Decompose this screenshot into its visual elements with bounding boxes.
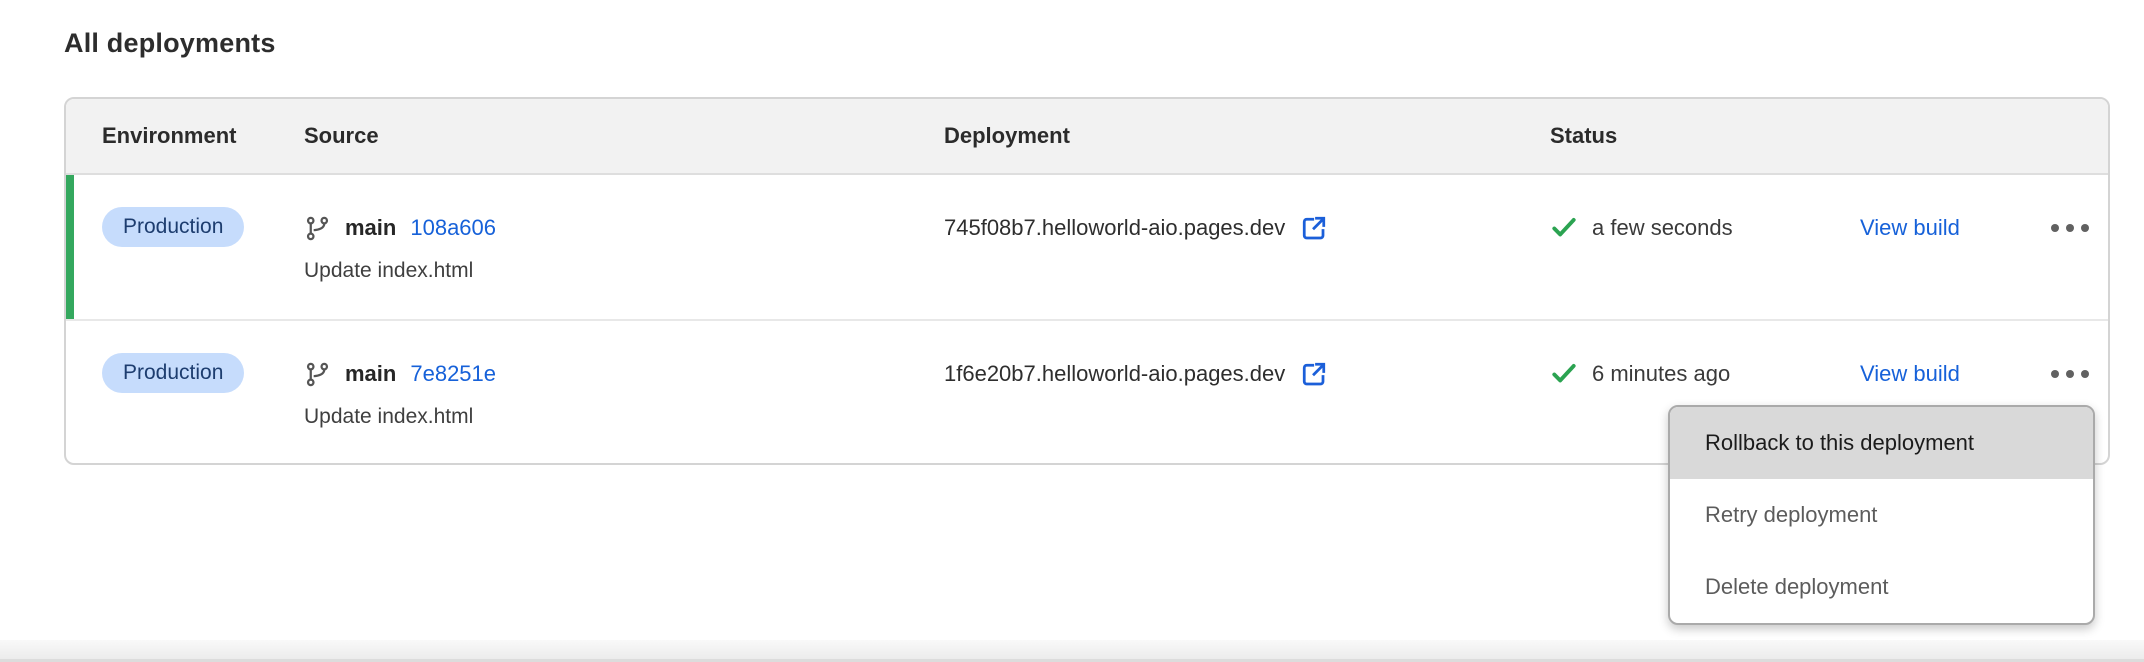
deployment-row: Production main 108a606 Update index.htm… <box>66 175 2108 319</box>
column-header-environment: Environment <box>102 123 304 149</box>
view-build-cell: View build <box>1860 353 2045 395</box>
menu-item-rollback[interactable]: Rollback to this deployment <box>1670 407 2093 479</box>
view-build-link[interactable]: View build <box>1860 361 1960 387</box>
check-icon <box>1550 360 1578 388</box>
ellipsis-icon <box>2051 370 2059 378</box>
branch-name: main <box>345 215 396 241</box>
source-cell: main 7e8251e Update index.html <box>304 353 944 463</box>
external-link-icon[interactable] <box>1299 213 1329 243</box>
deployment-url: 1f6e20b7.helloworld-aio.pages.dev <box>944 361 1285 387</box>
external-link-icon[interactable] <box>1299 359 1329 389</box>
environment-badge: Production <box>102 353 244 393</box>
view-build-link[interactable]: View build <box>1860 215 1960 241</box>
menu-item-delete[interactable]: Delete deployment <box>1670 551 2093 623</box>
check-icon <box>1550 214 1578 242</box>
commit-message: Update index.html <box>304 405 944 429</box>
status-time: 6 minutes ago <box>1592 361 1730 387</box>
ellipsis-icon <box>2051 224 2059 232</box>
environment-cell: Production <box>102 353 304 463</box>
deployment-url: 745f08b7.helloworld-aio.pages.dev <box>944 215 1285 241</box>
column-header-status: Status <box>1550 123 2108 149</box>
row-actions-button[interactable] <box>2045 353 2095 395</box>
row-actions-button[interactable] <box>2045 207 2095 249</box>
table-header-row: Environment Source Deployment Status <box>66 99 2108 175</box>
environment-badge: Production <box>102 207 244 247</box>
git-branch-icon <box>304 215 331 242</box>
deployment-cell: 745f08b7.helloworld-aio.pages.dev <box>944 207 1550 249</box>
git-branch-icon <box>304 361 331 388</box>
menu-item-retry[interactable]: Retry deployment <box>1670 479 2093 551</box>
commit-link[interactable]: 108a606 <box>410 215 496 241</box>
section-divider <box>0 640 2144 662</box>
commit-message: Update index.html <box>304 259 944 283</box>
row-actions-cell <box>2045 207 2108 319</box>
status-time: a few seconds <box>1592 215 1733 241</box>
column-header-deployment: Deployment <box>944 123 1550 149</box>
view-build-cell: View build <box>1860 207 2045 249</box>
environment-cell: Production <box>102 207 304 319</box>
column-header-source: Source <box>304 123 944 149</box>
branch-name: main <box>345 361 396 387</box>
source-cell: main 108a606 Update index.html <box>304 207 944 319</box>
deployment-cell: 1f6e20b7.helloworld-aio.pages.dev <box>944 353 1550 395</box>
commit-link[interactable]: 7e8251e <box>410 361 496 387</box>
page-title: All deployments <box>64 28 276 59</box>
deployment-actions-menu: Rollback to this deployment Retry deploy… <box>1668 405 2095 625</box>
status-cell: 6 minutes ago <box>1550 353 1860 395</box>
status-cell: a few seconds <box>1550 207 1860 249</box>
